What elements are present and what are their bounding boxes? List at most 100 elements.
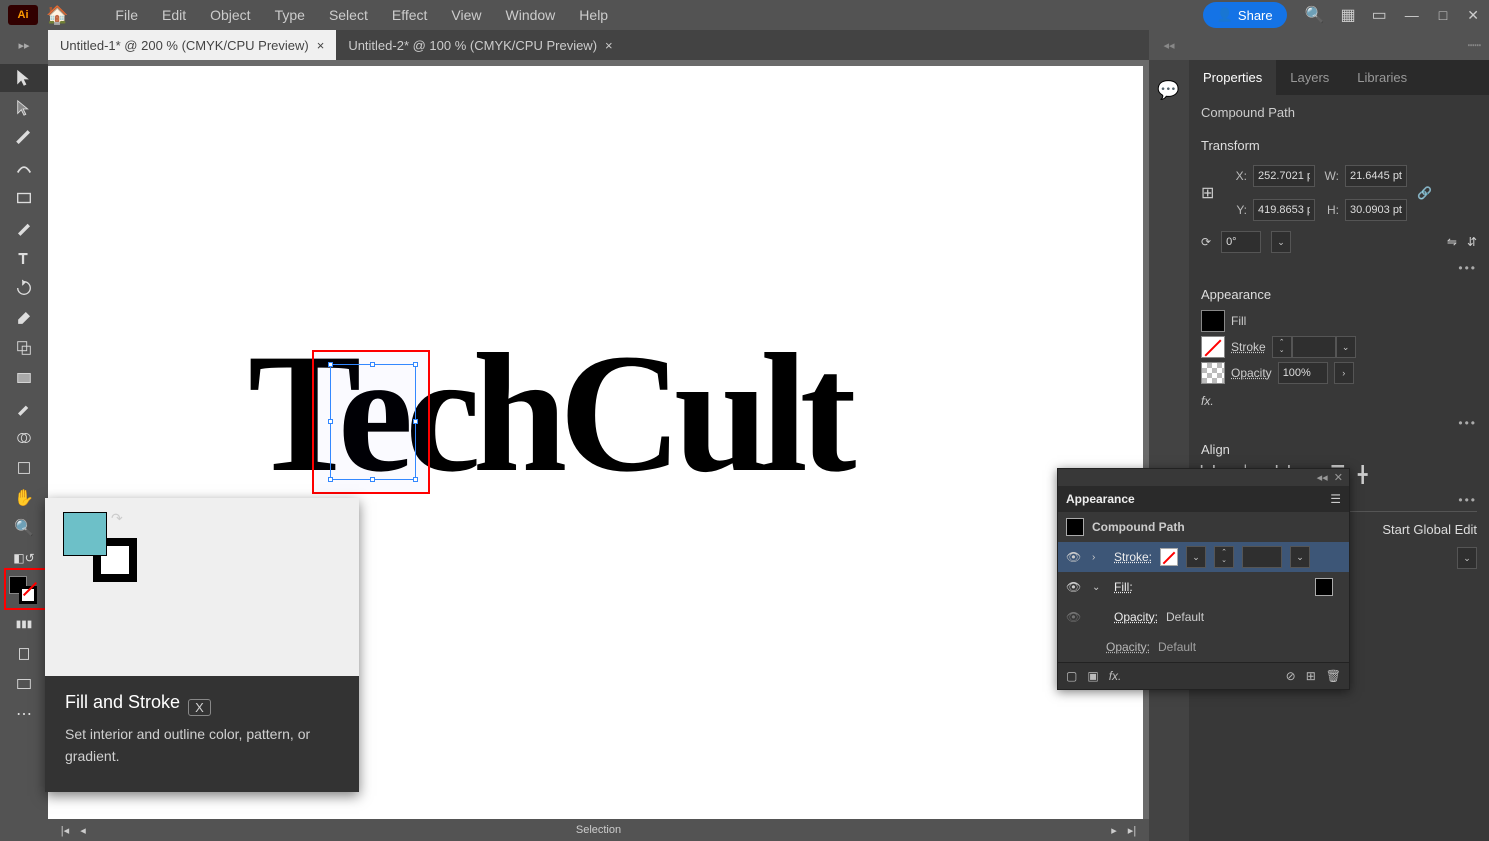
scroll-right-end-icon[interactable]: ▸| <box>1123 824 1141 837</box>
hand-tool[interactable]: ✋ <box>0 484 48 512</box>
document-tab-1[interactable]: Untitled-1* @ 200 % (CMYK/CPU Preview) × <box>48 30 336 60</box>
edit-toolbar-icon[interactable]: ⋯ <box>0 700 48 728</box>
new-stroke-icon[interactable]: ▢ <box>1066 669 1077 683</box>
menu-select[interactable]: Select <box>317 3 380 27</box>
pen-tool[interactable] <box>0 124 48 152</box>
align-vcenter-icon[interactable]: ╋ <box>1358 465 1368 485</box>
scroll-left-icon[interactable]: ◂ <box>74 824 92 837</box>
delete-item-icon[interactable]: 🗑 <box>1326 669 1341 683</box>
maximize-button[interactable]: □ <box>1429 3 1457 27</box>
panel-collapse-icon[interactable]: ◂◂ <box>1317 472 1328 484</box>
tab-libraries[interactable]: Libraries <box>1343 60 1421 95</box>
tab-1-close-icon[interactable]: × <box>317 38 325 53</box>
menu-object[interactable]: Object <box>198 3 262 27</box>
screen-mode-icon[interactable] <box>0 670 48 698</box>
stroke-row-label[interactable]: Stroke: <box>1114 550 1152 564</box>
flip-vertical-icon[interactable]: ⇵ <box>1467 235 1477 249</box>
paintbrush-tool[interactable] <box>0 214 48 242</box>
menu-file[interactable]: File <box>103 3 150 27</box>
comments-panel-icon[interactable]: 💬 <box>1157 80 1181 104</box>
panel-drag-handle[interactable]: ┅┅ <box>1189 30 1489 60</box>
transform-more-icon[interactable]: ••• <box>1201 257 1477 279</box>
stroke-row-swatch-dropdown[interactable]: ⌄ <box>1186 546 1206 568</box>
stroke-row-swatch[interactable] <box>1160 548 1178 566</box>
stroke-weight-stepper[interactable]: ⌃⌄ <box>1272 336 1292 358</box>
menu-view[interactable]: View <box>439 3 493 27</box>
fill-row-label[interactable]: Fill: <box>1114 580 1133 594</box>
eraser-tool[interactable] <box>0 304 48 332</box>
fill-expand-icon[interactable]: ⌄ <box>1092 582 1106 593</box>
fill-swatch[interactable] <box>1201 310 1225 332</box>
gradient-tool[interactable] <box>0 364 48 392</box>
stroke-expand-icon[interactable]: › <box>1092 552 1106 563</box>
w-input[interactable] <box>1345 165 1407 187</box>
stroke-weight-dropdown[interactable]: ⌄ <box>1336 336 1356 358</box>
stroke-visibility-icon[interactable]: 👁 <box>1066 550 1084 564</box>
artboard-tool[interactable] <box>0 454 48 482</box>
close-button[interactable]: ✕ <box>1457 3 1489 28</box>
opacity-input[interactable] <box>1278 362 1328 384</box>
opacity-row2-label[interactable]: Opacity: <box>1106 640 1150 654</box>
new-fill-icon[interactable]: ▣ <box>1087 669 1098 683</box>
stroke-row-weight-dropdown[interactable]: ⌄ <box>1290 546 1310 568</box>
stroke-weight-input[interactable] <box>1292 336 1336 358</box>
duplicate-item-icon[interactable]: ⊞ <box>1306 669 1316 683</box>
appearance-more-icon[interactable]: ••• <box>1201 412 1477 434</box>
opacity-flyout-icon[interactable]: › <box>1334 362 1354 384</box>
workspace-switcher-icon[interactable]: ▭ <box>1364 1 1395 29</box>
opacity-visibility-icon[interactable]: 👁 <box>1066 610 1084 624</box>
document-tab-2[interactable]: Untitled-2* @ 100 % (CMYK/CPU Preview) × <box>336 30 624 60</box>
color-mode-row[interactable]: ▮▮▮ <box>0 610 48 638</box>
scale-tool[interactable] <box>0 334 48 362</box>
minimize-button[interactable]: — <box>1395 3 1429 27</box>
tab-layers[interactable]: Layers <box>1276 60 1343 95</box>
eyedropper-tool[interactable] <box>0 394 48 422</box>
rotate-input[interactable] <box>1221 231 1261 253</box>
menu-edit[interactable]: Edit <box>150 3 198 27</box>
menu-window[interactable]: Window <box>494 3 568 27</box>
menu-help[interactable]: Help <box>567 3 620 27</box>
fill-row-swatch[interactable] <box>1315 578 1333 596</box>
curvature-tool[interactable] <box>0 154 48 182</box>
stroke-swatch[interactable] <box>1201 336 1225 358</box>
panel-close-icon[interactable]: ✕ <box>1334 472 1343 484</box>
share-button[interactable]: 👤 Share <box>1203 2 1287 28</box>
h-input[interactable] <box>1345 199 1407 221</box>
constrain-proportions-icon[interactable]: 🔗 <box>1417 186 1432 200</box>
scroll-left-end-icon[interactable]: |◂ <box>56 824 74 837</box>
x-input[interactable] <box>1253 165 1315 187</box>
start-global-edit-button[interactable]: Start Global Edit <box>1382 522 1477 537</box>
draw-mode-icon[interactable] <box>0 640 48 668</box>
rotate-dropdown[interactable]: ⌄ <box>1271 231 1291 253</box>
direct-selection-tool[interactable] <box>0 94 48 122</box>
panel-menu-icon[interactable]: ☰ <box>1330 492 1341 506</box>
search-icon[interactable]: 🔍 <box>1297 1 1333 29</box>
scroll-right-icon[interactable]: ▸ <box>1105 824 1123 837</box>
flip-horizontal-icon[interactable]: ⇋ <box>1447 235 1457 249</box>
fill-visibility-icon[interactable]: 👁 <box>1066 580 1084 594</box>
rotate-tool[interactable] <box>0 274 48 302</box>
arrange-dropdown[interactable]: ⌄ <box>1457 547 1477 569</box>
home-icon[interactable]: 🏠 <box>46 5 68 26</box>
toolbar-handle-icon[interactable]: ▸▸ <box>0 30 48 60</box>
shape-builder-tool[interactable] <box>0 424 48 452</box>
menu-type[interactable]: Type <box>263 3 317 27</box>
menu-effect[interactable]: Effect <box>380 3 440 27</box>
selection-tool[interactable] <box>0 64 48 92</box>
opacity-swatch[interactable] <box>1201 362 1225 384</box>
arrange-docs-icon[interactable]: ▦ <box>1333 1 1364 29</box>
y-input[interactable] <box>1253 199 1315 221</box>
reference-point-icon[interactable]: ⊞ <box>1201 183 1223 203</box>
opacity-row-label[interactable]: Opacity: <box>1114 610 1158 624</box>
stroke-row-weight-input[interactable] <box>1242 546 1282 568</box>
tab-2-close-icon[interactable]: × <box>605 38 613 53</box>
fx-icon[interactable]: fx. <box>1201 394 1214 408</box>
stroke-row-weight-stepper[interactable]: ⌃⌄ <box>1214 546 1234 568</box>
add-effect-icon[interactable]: fx. <box>1109 669 1122 683</box>
type-tool[interactable]: T <box>0 244 48 272</box>
tab-properties[interactable]: Properties <box>1189 60 1276 95</box>
clear-appearance-icon[interactable]: ⊘ <box>1286 669 1296 683</box>
rectangle-tool[interactable] <box>0 184 48 212</box>
dock-collapse-icon[interactable]: ◂◂ <box>1149 30 1189 60</box>
zoom-tool[interactable]: 🔍 <box>0 514 48 542</box>
